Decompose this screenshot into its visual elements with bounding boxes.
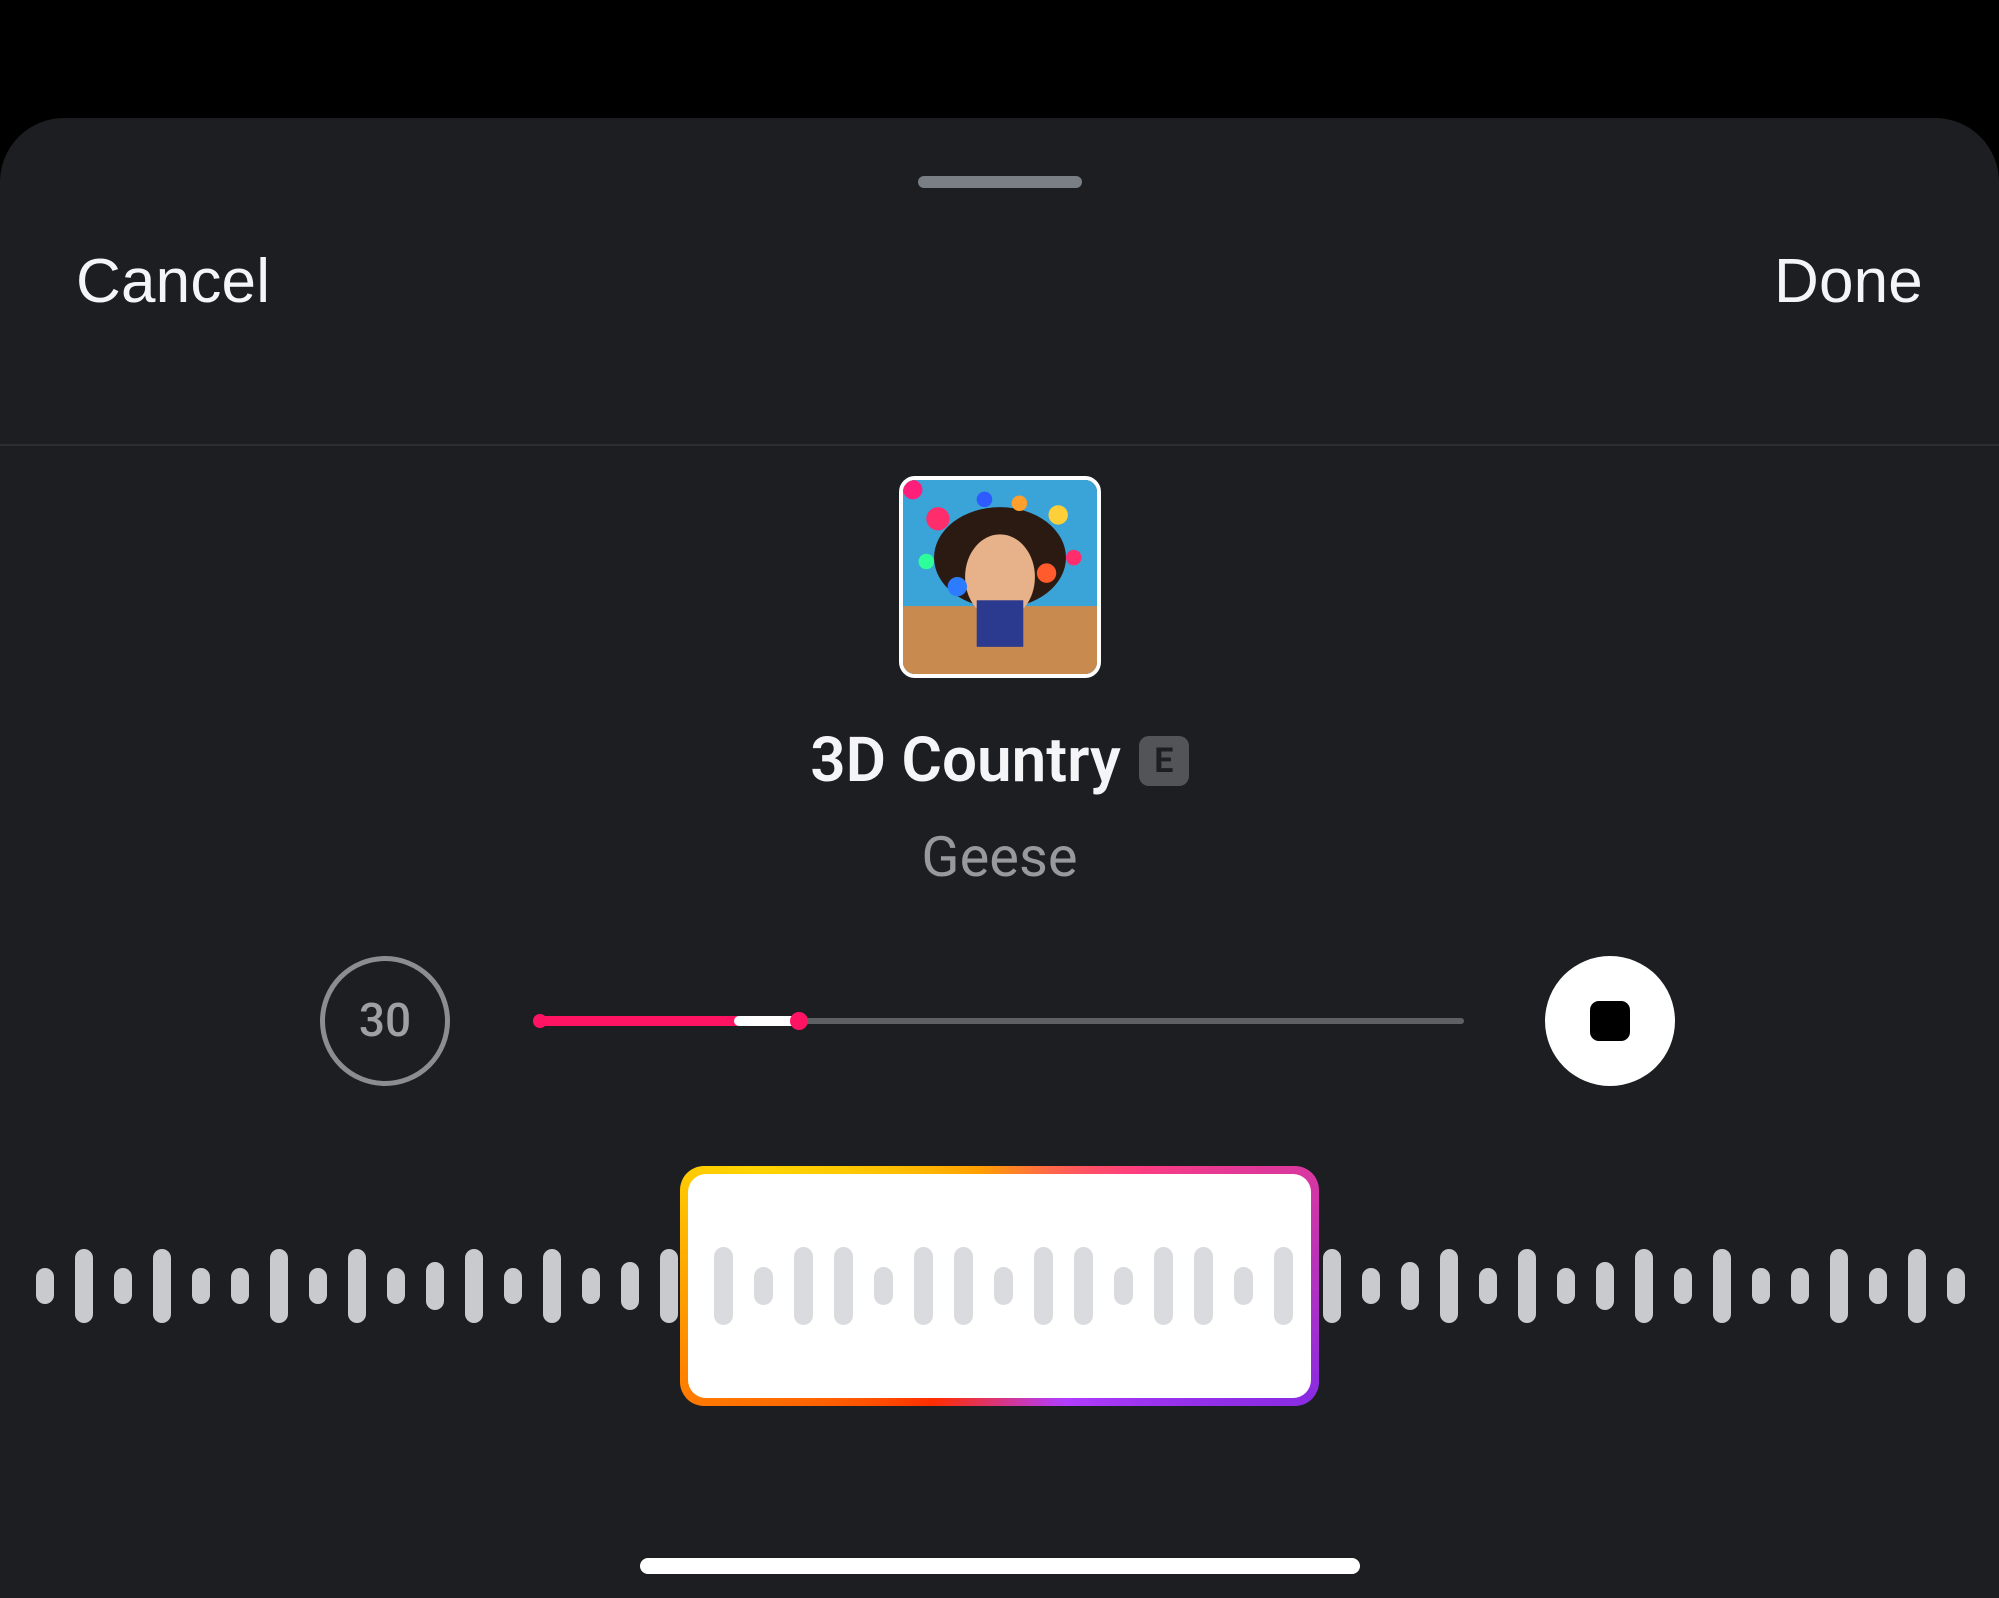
track-title-row: 3D Country E: [0, 724, 1999, 797]
waveform-bar: [465, 1249, 483, 1323]
playback-controls: 30: [0, 956, 1999, 1086]
track-title: 3D Country: [810, 724, 1121, 797]
selection-window[interactable]: [680, 1166, 1320, 1406]
selection-waveform-bar: [994, 1267, 1013, 1305]
waveform-bar: [1635, 1249, 1653, 1323]
waveform-bar: [75, 1249, 93, 1323]
selection-waveform-bar: [1034, 1247, 1053, 1325]
selection-waveform-bar: [1274, 1247, 1293, 1325]
selection-window-waveform: [688, 1174, 1312, 1398]
waveform-bar: [621, 1262, 639, 1310]
selection-waveform-bar: [914, 1247, 933, 1325]
progress-selection-end-handle[interactable]: [790, 1012, 808, 1030]
waveform-bar: [1674, 1268, 1692, 1304]
selection-waveform-bar: [1154, 1247, 1173, 1325]
waveform-bar: [192, 1268, 210, 1304]
waveform-bar: [660, 1249, 678, 1323]
waveform-bar: [1479, 1268, 1497, 1304]
waveform-bar: [543, 1249, 561, 1323]
waveform-bar: [270, 1249, 288, 1323]
artist-name: Geese: [0, 824, 1999, 890]
done-button[interactable]: Done: [1774, 246, 1923, 317]
selection-waveform-bar: [1234, 1267, 1253, 1305]
cancel-button[interactable]: Cancel: [76, 246, 270, 317]
waveform-bar: [36, 1268, 54, 1304]
waveform-bar: [504, 1268, 522, 1304]
waveform-bar: [1518, 1249, 1536, 1323]
waveform-bar: [426, 1262, 444, 1310]
waveform-bar: [153, 1249, 171, 1323]
waveform-bar: [1947, 1268, 1965, 1304]
waveform-bar: [309, 1268, 327, 1304]
waveform-bar: [1869, 1268, 1887, 1304]
waveform-bar: [1713, 1249, 1731, 1323]
waveform-bar: [1752, 1268, 1770, 1304]
selection-waveform-bar: [874, 1267, 893, 1305]
waveform-bar: [1791, 1268, 1809, 1304]
sheet-content: 3D Country E Geese 30: [0, 446, 1999, 1598]
stop-button[interactable]: [1545, 956, 1675, 1086]
stop-icon: [1590, 1001, 1630, 1041]
selection-waveform-bar: [1074, 1247, 1093, 1325]
album-art-image: [903, 480, 1097, 674]
selection-waveform-bar: [1194, 1247, 1213, 1325]
selection-waveform-bar: [834, 1247, 853, 1325]
selection-waveform-bar: [1114, 1267, 1133, 1305]
selection-waveform-bar: [754, 1267, 773, 1305]
clip-duration-button[interactable]: 30: [320, 956, 450, 1086]
waveform-bar: [348, 1249, 366, 1323]
waveform-bar: [114, 1268, 132, 1304]
selection-waveform-bar: [794, 1247, 813, 1325]
home-indicator[interactable]: [640, 1558, 1360, 1574]
waveform-bar: [1908, 1249, 1926, 1323]
album-art: [899, 476, 1101, 678]
waveform-bar: [1401, 1262, 1419, 1310]
music-scrubber-sheet: Cancel Done 3D Country: [0, 118, 1999, 1598]
sheet-header: Cancel Done: [0, 118, 1999, 446]
explicit-badge: E: [1139, 736, 1189, 786]
selection-waveform-bar: [954, 1247, 973, 1325]
waveform-bar: [231, 1268, 249, 1304]
waveform-bar: [1362, 1268, 1380, 1304]
progress-track[interactable]: [540, 1018, 1464, 1024]
waveform-bar: [1323, 1249, 1341, 1323]
waveform-bar: [1596, 1262, 1614, 1310]
waveform-bar: [1830, 1249, 1848, 1323]
selection-waveform-bar: [714, 1247, 733, 1325]
waveform-bar: [582, 1268, 600, 1304]
waveform-bar: [387, 1268, 405, 1304]
waveform-bar: [1440, 1249, 1458, 1323]
audio-scrubber[interactable]: [0, 1166, 1999, 1406]
waveform-bar: [1557, 1268, 1575, 1304]
